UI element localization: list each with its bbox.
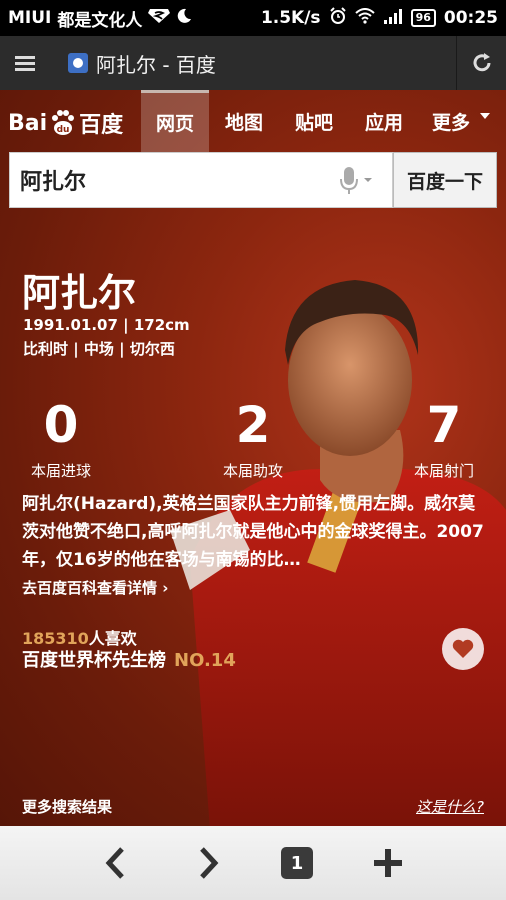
baidu-result-card: Bai du 百度 网页 地图 贴吧 应用 更多 百度一下 阿扎尔 1991.0…: [0, 90, 506, 826]
forward-button[interactable]: [178, 826, 238, 900]
tab-more-label: 更多: [431, 111, 470, 134]
stat-shots-value: 7: [426, 396, 462, 454]
player-description: 阿扎尔(Hazard),英格兰国家队主力前锋,惯用左脚。威尔莫茨对他赞不绝口,高…: [22, 494, 484, 570]
battery-indicator: 96: [410, 9, 436, 27]
like-button[interactable]: [442, 628, 484, 670]
player-country-position-club: 比利时 | 中场 | 切尔西: [23, 340, 175, 358]
clock: 00:25: [443, 8, 498, 28]
browser-title-bar: 阿扎尔 - 百度: [0, 36, 506, 90]
refresh-button[interactable]: [456, 36, 506, 90]
alarm-icon: [329, 7, 347, 29]
tab-tieba[interactable]: 贴吧: [282, 90, 346, 152]
carrier-name: 都是文化人: [57, 10, 143, 31]
menu-button[interactable]: [0, 36, 50, 90]
superman-icon: [148, 8, 171, 28]
search-input[interactable]: [10, 167, 310, 193]
tab-more[interactable]: 更多: [422, 90, 502, 152]
hamburger-icon: [15, 53, 35, 74]
player-name: 阿扎尔: [22, 271, 137, 315]
paw-icon: du: [52, 110, 75, 135]
stat-goals-value: 0: [43, 396, 79, 454]
svg-text:du: du: [57, 125, 70, 135]
stat-shots-label: 本届射门: [413, 462, 474, 480]
stat-assists-label: 本届助攻: [222, 462, 283, 480]
rank-value: NO.14: [174, 650, 236, 671]
browser-toolbar: 1: [0, 826, 506, 900]
page-title: 阿扎尔 - 百度: [96, 52, 216, 77]
dropdown-arrow-icon: [480, 113, 490, 119]
search-button[interactable]: 百度一下: [393, 152, 497, 208]
plus-icon: [374, 849, 402, 877]
tabs-button[interactable]: 1: [267, 826, 327, 900]
baike-link[interactable]: 去百度百科查看详情 ›: [22, 577, 168, 598]
microphone-icon[interactable]: [338, 165, 374, 197]
more-results-link[interactable]: 更多搜索结果: [22, 796, 112, 817]
stat-assists-value: 2: [235, 396, 271, 454]
stat-goals-label: 本届进球: [30, 462, 91, 480]
heart-icon: [452, 639, 474, 658]
tab-count: 1: [281, 847, 313, 879]
tab-map[interactable]: 地图: [212, 90, 276, 152]
player-birth-height: 1991.01.07 | 172cm: [23, 316, 190, 334]
back-button[interactable]: [86, 826, 146, 900]
chevron-right-icon: [200, 847, 219, 879]
baidu-logo[interactable]: Bai du 百度: [8, 106, 123, 140]
favicon-icon: [68, 53, 88, 73]
new-tab-button[interactable]: [358, 826, 418, 900]
rank-label: 百度世界杯先生榜: [22, 650, 166, 671]
wifi-icon: [354, 8, 375, 28]
miui-brand: MIUI: [8, 8, 52, 28]
what-is-this-link[interactable]: 这是什么?: [416, 796, 484, 817]
tab-webpage[interactable]: 网页: [141, 90, 209, 152]
logo-text-baidu: 百度: [79, 113, 124, 138]
refresh-icon: [473, 53, 490, 72]
ranking: 百度世界杯先生榜 NO.14: [22, 646, 236, 672]
baidu-nav: Bai du 百度 网页 地图 贴吧 应用 更多: [0, 90, 506, 152]
network-speed: 1.5K/s: [260, 8, 321, 28]
moon-icon: [176, 8, 192, 28]
signal-icon: [383, 8, 403, 28]
tab-apps[interactable]: 应用: [352, 90, 416, 152]
search-box: [9, 152, 393, 208]
logo-text-bai: Bai: [8, 110, 48, 136]
status-bar: MIUI 都是文化人 1.5K/s 96 00:25: [0, 0, 506, 36]
chevron-left-icon: [105, 847, 124, 879]
